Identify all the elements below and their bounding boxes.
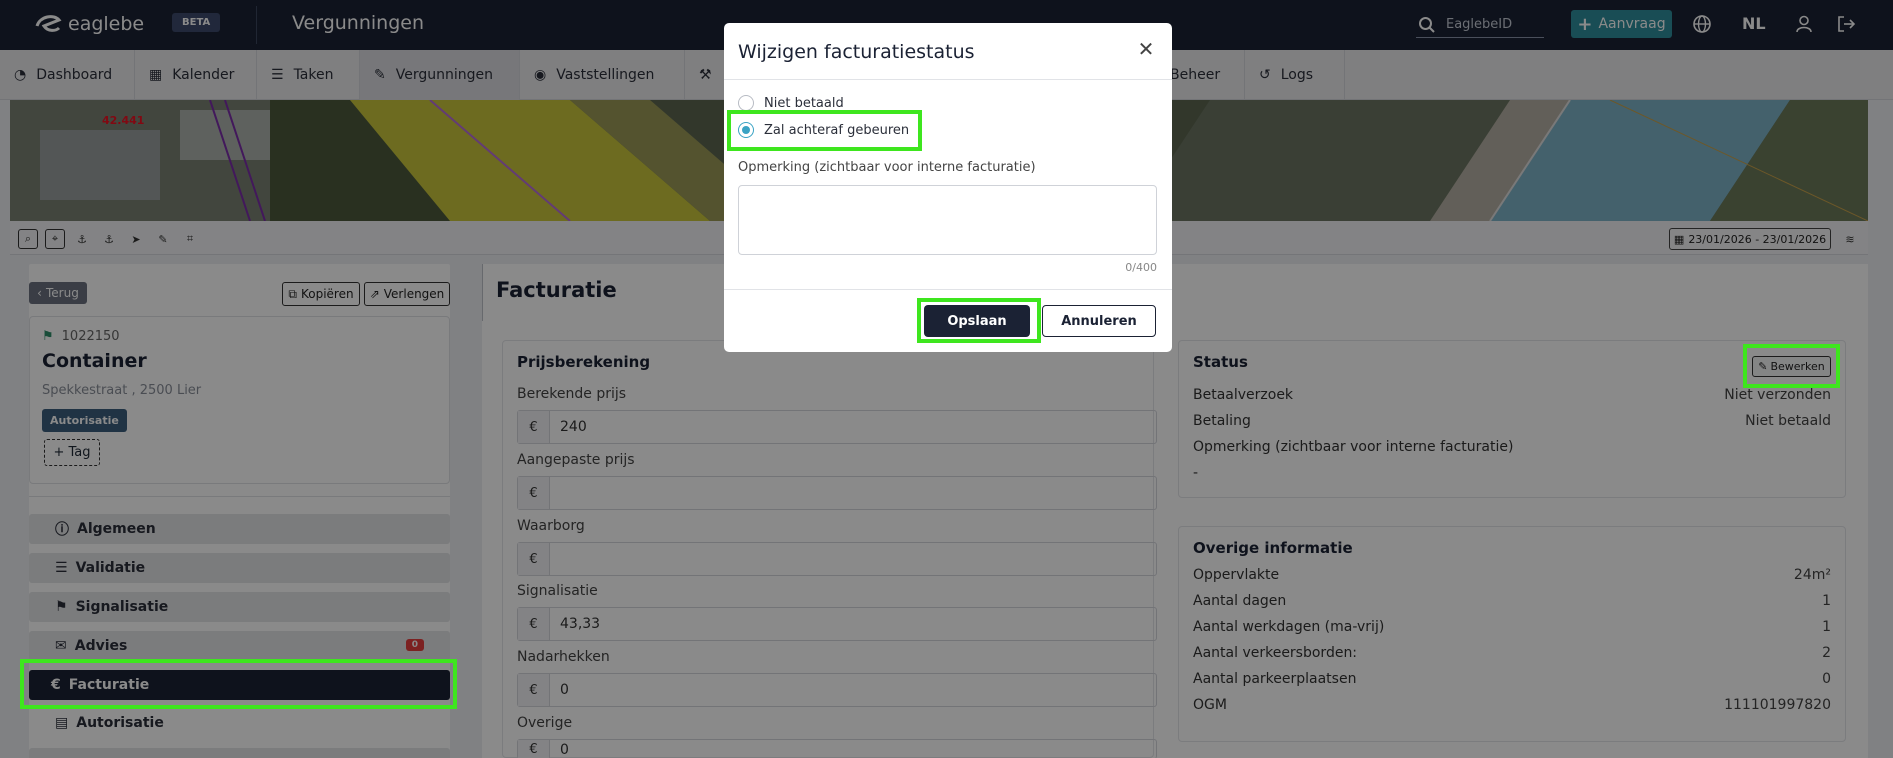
radio-label: Zal achteraf gebeuren bbox=[764, 122, 910, 138]
radio-zal-achteraf-gebeuren[interactable]: Zal achteraf gebeuren bbox=[738, 122, 909, 138]
edit-billing-status-dialog: Wijzigen facturatiestatus ✕ Niet betaald… bbox=[724, 23, 1172, 352]
radio-button[interactable] bbox=[738, 95, 754, 111]
char-counter: 0/400 bbox=[1125, 261, 1157, 274]
cancel-button[interactable]: Annuleren bbox=[1042, 305, 1156, 337]
radio-label: Niet betaald bbox=[764, 95, 844, 111]
radio-button[interactable] bbox=[738, 122, 754, 138]
save-button[interactable]: Opslaan bbox=[924, 305, 1030, 337]
dialog-title: Wijzigen facturatiestatus bbox=[738, 41, 975, 63]
radio-niet-betaald[interactable]: Niet betaald bbox=[738, 95, 844, 111]
remark-textarea[interactable] bbox=[738, 185, 1157, 255]
remark-label: Opmerking (zichtbaar voor interne factur… bbox=[738, 160, 1036, 175]
divider bbox=[724, 289, 1172, 290]
close-icon[interactable]: ✕ bbox=[1134, 37, 1158, 61]
divider bbox=[724, 79, 1172, 80]
